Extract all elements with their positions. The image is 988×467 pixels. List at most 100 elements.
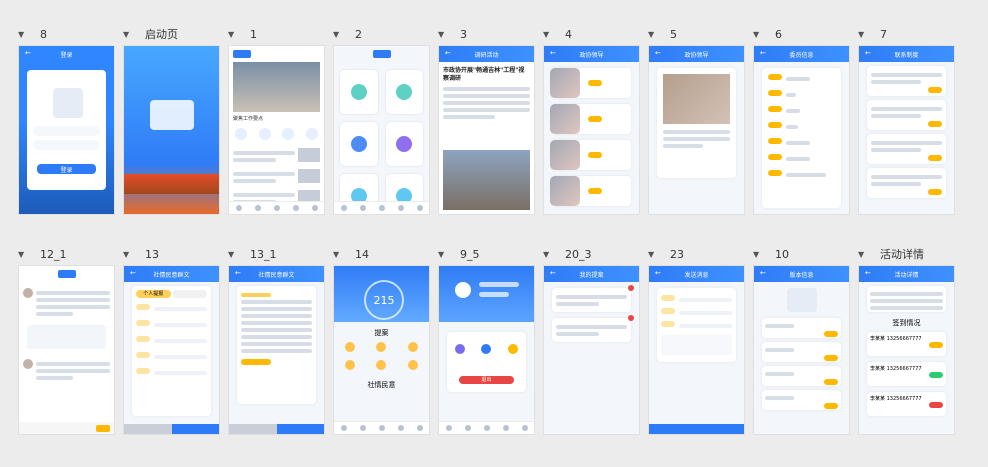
stat-icon[interactable]: [408, 360, 419, 370]
nav-icon[interactable]: [282, 128, 295, 140]
tab-icon[interactable]: [464, 425, 471, 431]
message-textarea[interactable]: [661, 335, 732, 355]
avatar[interactable]: [455, 282, 471, 298]
list-item[interactable]: [768, 170, 835, 180]
list-item[interactable]: [867, 168, 946, 198]
back-icon[interactable]: ←: [760, 269, 766, 277]
chevron-down-icon[interactable]: ▼: [123, 30, 135, 39]
list-item[interactable]: [768, 106, 835, 116]
tab-icon[interactable]: [359, 205, 366, 211]
list-item[interactable]: [768, 122, 835, 132]
delete-icon[interactable]: [628, 315, 634, 321]
delete-icon[interactable]: [628, 285, 634, 291]
stat-icon[interactable]: [344, 342, 355, 352]
list-item[interactable]: [768, 138, 835, 148]
tab-icon[interactable]: [521, 425, 528, 431]
form-row[interactable]: [136, 336, 207, 346]
form-row[interactable]: [661, 321, 732, 331]
list-item[interactable]: [550, 68, 631, 98]
list-item[interactable]: [762, 318, 841, 338]
nav-icon[interactable]: [258, 128, 271, 140]
category-tile[interactable]: [385, 70, 423, 114]
post[interactable]: [23, 359, 110, 383]
secondary-button[interactable]: [124, 424, 172, 434]
tab-icon[interactable]: [502, 425, 509, 431]
form-row[interactable]: [136, 304, 207, 314]
tab-icon[interactable]: [235, 205, 242, 211]
list-item[interactable]: [768, 90, 835, 100]
list-item[interactable]: [552, 285, 634, 312]
stat-icon[interactable]: [376, 342, 387, 352]
chevron-down-icon[interactable]: ▼: [858, 250, 870, 259]
list-item[interactable]: [550, 140, 631, 170]
tab-icon[interactable]: [445, 425, 452, 431]
form-row[interactable]: [661, 308, 732, 318]
back-icon[interactable]: ←: [655, 269, 661, 277]
list-item[interactable]: [233, 148, 320, 165]
banner-image[interactable]: [233, 62, 320, 112]
login-button[interactable]: 登录: [37, 164, 96, 174]
signin-item[interactable]: 李某某 13256667777: [867, 392, 946, 416]
chevron-down-icon[interactable]: ▼: [228, 250, 240, 259]
chevron-down-icon[interactable]: ▼: [543, 250, 555, 259]
chevron-down-icon[interactable]: ▼: [228, 30, 240, 39]
comment-bar[interactable]: [19, 422, 114, 434]
tab-icon[interactable]: [397, 205, 404, 211]
password-input[interactable]: [33, 140, 100, 150]
category-tile[interactable]: [340, 70, 378, 114]
back-icon[interactable]: ←: [445, 49, 451, 57]
category-tile[interactable]: [385, 122, 423, 166]
tab-icon[interactable]: [416, 205, 423, 211]
chevron-down-icon[interactable]: ▼: [543, 30, 555, 39]
username-input[interactable]: [33, 126, 100, 136]
tab-icon[interactable]: [292, 205, 299, 211]
chevron-down-icon[interactable]: ▼: [438, 30, 450, 39]
primary-button[interactable]: [276, 424, 324, 434]
tab-icon[interactable]: [254, 205, 261, 211]
back-icon[interactable]: ←: [655, 49, 661, 57]
list-item[interactable]: [762, 342, 841, 362]
tab-icon[interactable]: [340, 425, 347, 431]
list-item[interactable]: [867, 66, 946, 96]
back-icon[interactable]: ←: [865, 49, 871, 57]
chevron-down-icon[interactable]: ▼: [333, 30, 345, 39]
tab-other[interactable]: [172, 290, 207, 298]
chevron-down-icon[interactable]: ▼: [18, 30, 30, 39]
back-icon[interactable]: ←: [25, 49, 31, 57]
tab-icon[interactable]: [378, 425, 385, 431]
tab-icon[interactable]: [378, 205, 385, 211]
chevron-down-icon[interactable]: ▼: [648, 250, 660, 259]
back-icon[interactable]: ←: [760, 49, 766, 57]
tab-icon[interactable]: [273, 205, 280, 211]
tab-icon[interactable]: [340, 205, 347, 211]
category-tile[interactable]: [340, 122, 378, 166]
chevron-down-icon[interactable]: ▼: [753, 250, 765, 259]
list-item[interactable]: [768, 74, 835, 84]
back-icon[interactable]: ←: [865, 269, 871, 277]
login-screen[interactable]: ← 登录 登录: [18, 45, 115, 215]
form-row[interactable]: [136, 320, 207, 330]
chevron-down-icon[interactable]: ▼: [333, 250, 345, 259]
tab-icon[interactable]: [359, 425, 366, 431]
nav-icon[interactable]: [306, 128, 319, 140]
back-icon[interactable]: ←: [235, 269, 241, 277]
list-item[interactable]: [552, 315, 634, 342]
list-item[interactable]: [233, 169, 320, 186]
back-icon[interactable]: ←: [550, 49, 556, 57]
primary-button[interactable]: [171, 424, 219, 434]
signin-item[interactable]: 李某某 13256667777: [867, 362, 946, 386]
tab-personal[interactable]: 个人提报: [136, 290, 171, 298]
secondary-button[interactable]: [229, 424, 277, 434]
menu-icon[interactable]: [455, 344, 466, 354]
chevron-down-icon[interactable]: ▼: [753, 30, 765, 39]
list-item[interactable]: [550, 104, 631, 134]
list-item[interactable]: [768, 154, 835, 164]
list-item[interactable]: [762, 366, 841, 386]
tab-icon[interactable]: [311, 205, 318, 211]
list-item[interactable]: [867, 134, 946, 164]
tab-icon[interactable]: [483, 425, 490, 431]
form-row[interactable]: [136, 352, 207, 362]
back-icon[interactable]: ←: [550, 269, 556, 277]
tab-icon[interactable]: [397, 425, 404, 431]
chevron-down-icon[interactable]: ▼: [123, 250, 135, 259]
